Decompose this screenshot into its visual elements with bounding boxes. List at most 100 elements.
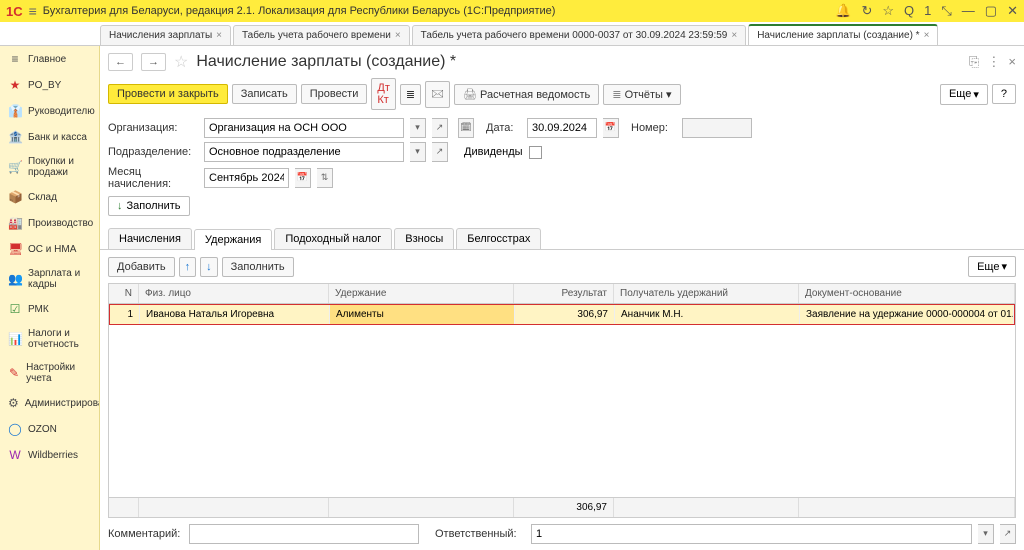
doc-close-icon[interactable]: × bbox=[1008, 54, 1016, 70]
move-down-icon[interactable]: ↓ bbox=[200, 257, 218, 277]
open-icon[interactable]: ↗ bbox=[432, 142, 448, 162]
add-row-button[interactable]: Добавить bbox=[108, 257, 175, 277]
spinner-icon[interactable]: ⇅ bbox=[317, 168, 333, 188]
star-icon[interactable]: ☆ bbox=[882, 3, 894, 19]
sidebar-icon: W bbox=[8, 448, 22, 462]
favorite-icon[interactable]: ☆ bbox=[174, 52, 188, 72]
date-picker-icon[interactable]: 📅 bbox=[603, 118, 619, 138]
sidebar-item-11[interactable]: ✎Настройки учета bbox=[0, 356, 99, 390]
col-deduction[interactable]: Удержание bbox=[329, 284, 514, 303]
menu-icon[interactable]: ≡ bbox=[29, 3, 37, 19]
sidebar-item-10[interactable]: 📊Налоги и отчетность bbox=[0, 322, 99, 356]
podr-input[interactable] bbox=[204, 142, 404, 162]
sidebar-icon: ≡ bbox=[8, 52, 22, 66]
tab-close-icon[interactable]: × bbox=[731, 30, 737, 41]
sidebar-item-3[interactable]: 🏦Банк и касса bbox=[0, 124, 99, 150]
open-icon[interactable]: ↗ bbox=[432, 118, 448, 138]
tab-close-icon[interactable]: × bbox=[924, 30, 930, 41]
sidebar-item-0[interactable]: ≡ Главное bbox=[0, 46, 99, 72]
sidebar-icon: ⚙ bbox=[8, 396, 19, 410]
search-icon[interactable]: Q bbox=[904, 3, 914, 19]
back-button[interactable]: ← bbox=[108, 53, 133, 71]
sidebar-icon: 🖥 bbox=[8, 242, 22, 256]
attach-icon[interactable]: 🖂 bbox=[425, 81, 450, 108]
close-icon[interactable]: ✕ bbox=[1007, 3, 1018, 19]
post-button[interactable]: Провести bbox=[301, 84, 368, 104]
col-fio[interactable]: Физ. лицо bbox=[139, 284, 329, 303]
sidebar-item-4[interactable]: 🛒Покупки и продажи bbox=[0, 150, 99, 184]
subtab-contributions[interactable]: Взносы bbox=[394, 228, 454, 249]
sidebar-icon: ☑ bbox=[8, 302, 22, 316]
payroll-button[interactable]: 🖨 Расчетная ведомость bbox=[454, 84, 599, 105]
one-icon[interactable]: 1 bbox=[924, 3, 931, 19]
sidebar-item-7[interactable]: 🖥 ОС и НМА bbox=[0, 236, 99, 262]
responsible-label: Ответственный: bbox=[435, 528, 525, 540]
month-picker-icon[interactable]: 📅 bbox=[295, 168, 311, 188]
minimize-icon[interactable]: — bbox=[962, 3, 975, 19]
fill-button[interactable]: ↓Заполнить bbox=[108, 196, 190, 216]
sidebar-item-6[interactable]: 🏭Производство bbox=[0, 210, 99, 236]
link-icon[interactable]: ⎘ bbox=[969, 54, 979, 70]
sidebar-label: ОС и НМА bbox=[28, 244, 76, 255]
sidebar-item-13[interactable]: ◯OZON bbox=[0, 416, 99, 442]
history-icon[interactable]: ↻ bbox=[861, 3, 872, 19]
sidebar-label: Главное bbox=[28, 54, 66, 65]
maximize-icon[interactable]: ▢ bbox=[985, 3, 997, 19]
post-and-close-button[interactable]: Провести и закрыть bbox=[108, 84, 228, 104]
comment-input[interactable] bbox=[189, 524, 419, 544]
dividends-checkbox[interactable] bbox=[529, 146, 542, 159]
table-more-button[interactable]: Еще▾ bbox=[968, 256, 1016, 277]
save-button[interactable]: Записать bbox=[232, 84, 297, 104]
calendar-icon[interactable]: 🗓 bbox=[458, 118, 474, 138]
col-basis[interactable]: Документ-основание bbox=[799, 284, 1015, 303]
reports-button[interactable]: ≣ Отчёты ▾ bbox=[603, 84, 680, 105]
sidebar-item-2[interactable]: 👔Руководителю bbox=[0, 98, 99, 124]
help-button[interactable]: ? bbox=[992, 84, 1016, 104]
sidebar-item-5[interactable]: 📦Склад bbox=[0, 184, 99, 210]
subtab-belgosstrakh[interactable]: Белгосстрах bbox=[456, 228, 541, 249]
sidebar-icon: ★ bbox=[8, 78, 22, 92]
month-input[interactable] bbox=[204, 168, 289, 188]
tab-0[interactable]: Начисления зарплаты× bbox=[100, 25, 231, 45]
document-title: Начисление зарплаты (создание) * bbox=[196, 53, 456, 71]
tab-2[interactable]: Табель учета рабочего времени 0000-0037 … bbox=[412, 25, 747, 45]
col-n[interactable]: N bbox=[109, 284, 139, 303]
dropdown-icon[interactable]: ▾ bbox=[410, 118, 426, 138]
sidebar-label: Руководителю bbox=[28, 106, 95, 117]
sidebar-item-14[interactable]: WWildberries bbox=[0, 442, 99, 468]
responsible-input[interactable] bbox=[531, 524, 972, 544]
forward-button[interactable]: → bbox=[141, 53, 166, 71]
sidebar-item-12[interactable]: ⚙Администрирование bbox=[0, 390, 99, 416]
sidebar-item-9[interactable]: ☑РМК bbox=[0, 296, 99, 322]
tab-3[interactable]: Начисление зарплаты (создание) *× bbox=[748, 24, 938, 45]
structure-icon[interactable]: ≣ bbox=[400, 84, 421, 105]
podr-label: Подразделение: bbox=[108, 146, 198, 158]
sidebar-label: Покупки и продажи bbox=[28, 156, 93, 178]
more-button[interactable]: Еще▾ bbox=[940, 84, 988, 105]
dt-kt-icon[interactable]: ДтКт bbox=[371, 78, 396, 110]
date-input[interactable] bbox=[527, 118, 597, 138]
tab-close-icon[interactable]: × bbox=[216, 30, 222, 41]
subtab-deductions[interactable]: Удержания bbox=[194, 229, 272, 250]
pin-icon[interactable]: ⤡ bbox=[941, 3, 951, 19]
open-icon[interactable]: ↗ bbox=[1000, 524, 1016, 544]
tab-close-icon[interactable]: × bbox=[395, 30, 401, 41]
sidebar-item-1[interactable]: ★PO_BY bbox=[0, 72, 99, 98]
total-result: 306,97 bbox=[514, 498, 614, 517]
move-up-icon[interactable]: ↑ bbox=[179, 257, 197, 277]
col-result[interactable]: Результат bbox=[514, 284, 614, 303]
col-recipient[interactable]: Получатель удержаний bbox=[614, 284, 799, 303]
table-fill-button[interactable]: Заполнить bbox=[222, 257, 294, 277]
subtab-income-tax[interactable]: Подоходный налог bbox=[274, 228, 392, 249]
options-icon[interactable]: ⋮ bbox=[987, 54, 1000, 70]
dropdown-icon[interactable]: ▾ bbox=[410, 142, 426, 162]
sidebar-icon: 📊 bbox=[8, 332, 22, 346]
table-row[interactable]: 1 Иванова Наталья Игоревна Алименты 306,… bbox=[109, 304, 1015, 325]
org-input[interactable] bbox=[204, 118, 404, 138]
dropdown-icon[interactable]: ▾ bbox=[978, 524, 994, 544]
tab-1[interactable]: Табель учета рабочего времени× bbox=[233, 25, 410, 45]
bell-icon[interactable]: 🔔 bbox=[835, 3, 851, 19]
subtab-accruals[interactable]: Начисления bbox=[108, 228, 192, 249]
num-input[interactable] bbox=[682, 118, 752, 138]
sidebar-item-8[interactable]: 👥Зарплата и кадры bbox=[0, 262, 99, 296]
